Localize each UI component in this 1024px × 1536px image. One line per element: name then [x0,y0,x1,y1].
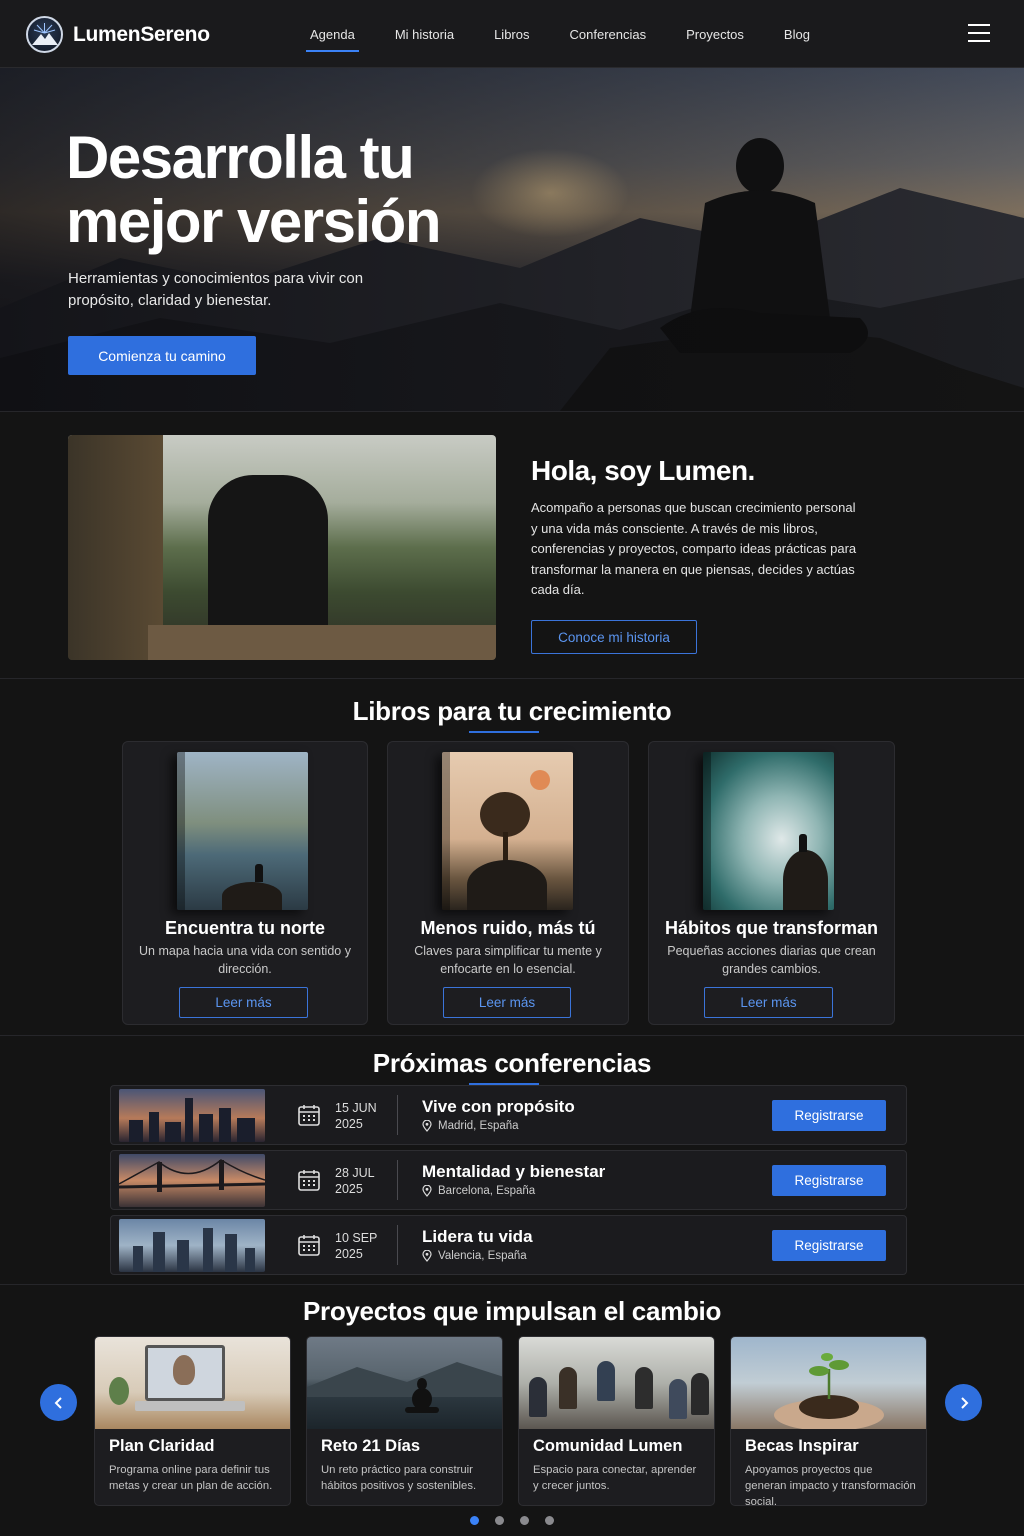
carousel-dot[interactable] [470,1516,479,1525]
carousel-prev-button[interactable] [40,1384,77,1421]
project-title: Plan Claridad [109,1437,215,1455]
about-section: Hola, soy Lumen. Acompaño a personas que… [0,411,1024,679]
main-menu: Agenda Mi historia Libros Conferencias P… [290,0,830,68]
brand-name: LumenSereno [73,22,210,46]
books-section-title: Libros para tu crecimiento [352,696,672,726]
nav-libros[interactable]: Libros [474,0,549,68]
project-image [95,1337,290,1429]
project-image [731,1337,926,1429]
about-text: Acompaño a personas que buscan crecimien… [531,500,857,597]
hamburger-icon[interactable] [968,24,990,42]
register-button[interactable]: Registrarse [772,1100,886,1131]
conference-location: Barcelona, España [422,1185,535,1197]
books-title-underline [469,731,539,733]
conference-date: 28 JUL 2025 [335,1166,375,1196]
conference-row: 28 JUL 2025 Mentalidad y bienestar Barcel… [110,1150,907,1210]
about-title: Hola, soy Lumen. [531,455,755,486]
logo-icon [26,16,63,53]
project-card[interactable]: Becas Inspirar Apoyamos proyectos que ge… [730,1336,927,1506]
read-more-button[interactable]: Leer más [704,987,833,1018]
project-title: Reto 21 Días [321,1437,421,1455]
register-button[interactable]: Registrarse [772,1165,886,1196]
book-cover [703,752,834,910]
about-photo [68,435,496,660]
conference-date: 15 JUN 2025 [335,1101,377,1131]
calendar-icon [298,1105,320,1126]
my-story-button[interactable]: Conoce mi historia [531,620,697,654]
conference-date: 10 SEP 2025 [335,1231,378,1261]
conference-city-image [119,1089,265,1142]
hero-section: Desarrolla tu mejor versión Herramientas… [0,68,1024,411]
conference-row: 15 JUN 2025 Vive con propósito Madrid, Es… [110,1085,907,1145]
hero-title: Desarrolla tu mejor versión [66,124,442,255]
project-description: Espacio para conectar, aprender y crecer… [533,1464,697,1492]
nav-blog[interactable]: Blog [764,0,830,68]
book-card: Hábitos que transforman Pequeñas accione… [648,741,895,1025]
conferences-section-title: Próximas conferencias [372,1048,652,1078]
carousel-dot[interactable] [545,1516,554,1525]
location-pin-icon [422,1250,432,1262]
book-card: Encuentra tu norte Un mapa hacia una vid… [122,741,368,1025]
project-card[interactable]: Reto 21 Días Un reto práctico para const… [306,1336,503,1506]
book-description: Pequeñas acciones diarias que crean gran… [667,944,876,976]
conference-location: Madrid, España [422,1120,519,1132]
project-description: Programa online para definir tus metas y… [109,1464,273,1492]
book-cover [177,752,308,910]
carousel-pagination [470,1516,554,1525]
register-button[interactable]: Registrarse [772,1230,886,1261]
calendar-icon [298,1170,320,1191]
conference-city-image [119,1154,265,1207]
conference-title: Mentalidad y bienestar [422,1162,606,1181]
read-more-button[interactable]: Leer más [443,987,571,1018]
nav-mi-historia[interactable]: Mi historia [375,0,474,68]
nav-agenda[interactable]: Agenda [290,0,375,68]
projects-section-title: Proyectos que impulsan el cambio [302,1296,722,1326]
project-card[interactable]: Comunidad Lumen Espacio para conectar, a… [518,1336,715,1506]
location-pin-icon [422,1185,432,1197]
book-description: Un mapa hacia una vida con sentido y dir… [139,944,351,976]
book-title: Hábitos que transforman [664,918,879,938]
book-title: Menos ruido, más tú [420,918,596,938]
project-image [519,1337,714,1429]
conference-title: Vive con propósito [422,1097,575,1116]
book-description: Claves para simplificar tu mente y enfoc… [414,944,602,976]
project-image [307,1337,502,1429]
book-cover [442,752,573,910]
chevron-right-icon [960,1396,968,1409]
start-journey-button[interactable]: Comienza tu camino [68,336,256,375]
project-title: Becas Inspirar [745,1437,859,1455]
carousel-next-button[interactable] [945,1384,982,1421]
book-title: Encuentra tu norte [164,918,325,938]
project-description: Un reto práctico para construir hábitos … [321,1464,477,1492]
carousel-dot[interactable] [520,1516,529,1525]
conference-title: Lidera tu vida [422,1227,533,1246]
chevron-left-icon [54,1396,62,1409]
project-description: Apoyamos proyectos que generan impacto y… [745,1464,916,1506]
project-title: Comunidad Lumen [533,1437,683,1455]
book-card: Menos ruido, más tú Claves para simplifi… [387,741,629,1025]
location-pin-icon [422,1120,432,1132]
read-more-button[interactable]: Leer más [179,987,308,1018]
project-card[interactable]: Plan Claridad Programa online para defin… [94,1336,291,1506]
carousel-dot[interactable] [495,1516,504,1525]
nav-proyectos[interactable]: Proyectos [666,0,764,68]
conference-row: 10 SEP 2025 Lidera tu vida Valencia, Espa… [110,1215,907,1275]
conference-location: Valencia, España [422,1250,527,1262]
top-navigation: LumenSereno Agenda Mi historia Libros Co… [0,0,1024,68]
conference-city-image [119,1219,265,1272]
hero-subtitle: Herramientas y conocimientos para vivir … [68,270,364,309]
nav-conferencias[interactable]: Conferencias [550,0,667,68]
calendar-icon [298,1235,320,1256]
brand-logo[interactable]: LumenSereno [26,16,210,53]
